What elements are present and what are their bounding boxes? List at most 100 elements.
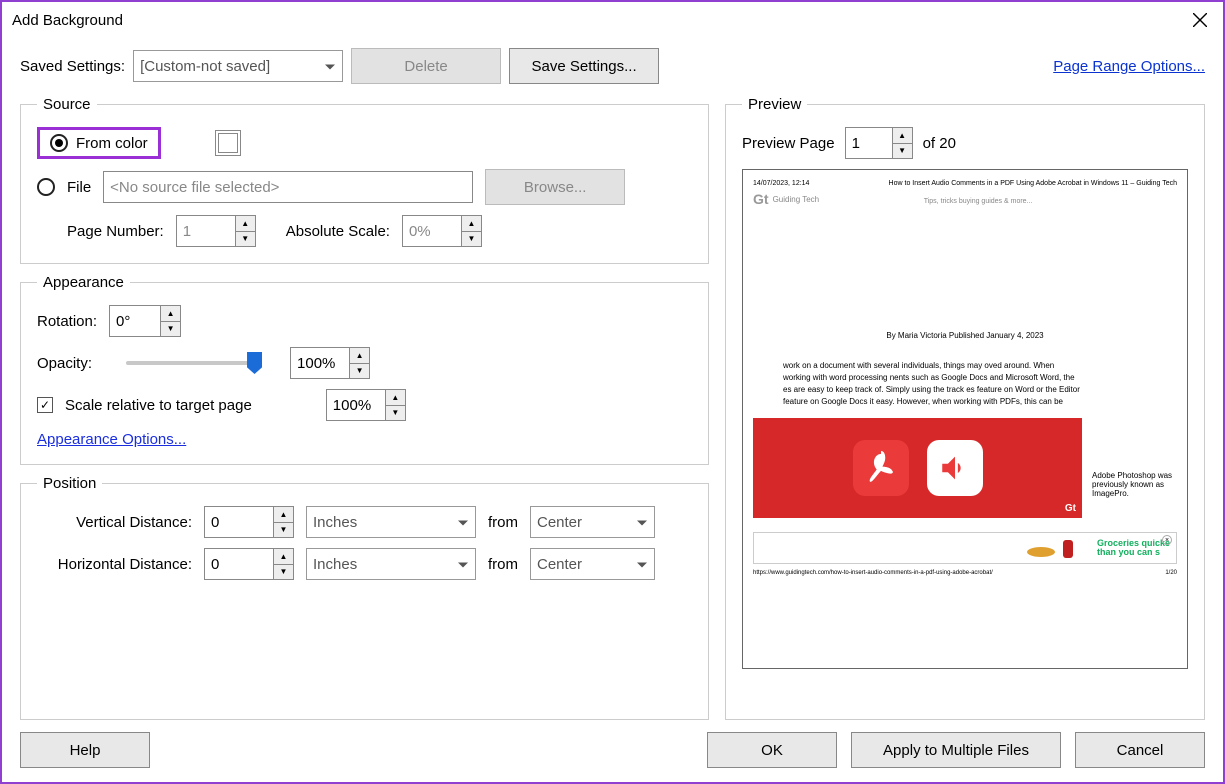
gt-watermark-icon: Gt bbox=[1065, 503, 1076, 514]
saved-settings-select[interactable]: [Custom-not saved] bbox=[133, 50, 343, 82]
absolute-scale-input bbox=[402, 215, 462, 247]
vertical-from-select[interactable]: Center bbox=[530, 506, 655, 538]
preview-canvas: 14/07/2023, 12:14 How to Insert Audio Co… bbox=[742, 169, 1188, 669]
preview-group: Preview Preview Page ▲▼ of 20 14/07/2023… bbox=[725, 96, 1205, 720]
appearance-legend: Appearance bbox=[37, 274, 130, 291]
apply-multiple-button[interactable]: Apply to Multiple Files bbox=[851, 732, 1061, 768]
page-number-spinner: ▲▼ bbox=[176, 215, 256, 247]
add-background-dialog: Add Background Saved Settings: [Custom-n… bbox=[0, 0, 1225, 784]
horizontal-distance-input[interactable] bbox=[204, 548, 274, 580]
vertical-distance-spinner[interactable]: ▲▼ bbox=[204, 506, 294, 538]
file-path-input bbox=[103, 171, 473, 203]
position-legend: Position bbox=[37, 475, 102, 492]
spin-down-icon[interactable]: ▼ bbox=[893, 144, 912, 159]
horizontal-unit-select[interactable]: Inches bbox=[306, 548, 476, 580]
logo-icon: Gt bbox=[753, 191, 769, 207]
browse-button: Browse... bbox=[485, 169, 625, 205]
from-label: from bbox=[488, 556, 518, 573]
saved-settings-label: Saved Settings: bbox=[20, 58, 125, 75]
scale-relative-checkbox[interactable]: ✓ bbox=[37, 397, 53, 413]
appearance-options-link[interactable]: Appearance Options... bbox=[37, 431, 186, 448]
preview-legend: Preview bbox=[742, 96, 807, 113]
spin-up-icon: ▲ bbox=[236, 216, 255, 232]
pv-tagline: Tips, tricks buying guides & more... bbox=[924, 198, 1033, 205]
ok-button[interactable]: OK bbox=[707, 732, 837, 768]
speaker-icon bbox=[927, 440, 983, 496]
acrobat-icon bbox=[853, 440, 909, 496]
spin-down-icon: ▼ bbox=[462, 232, 481, 247]
opacity-spinner[interactable]: ▲▼ bbox=[290, 347, 370, 379]
preview-page-input[interactable] bbox=[845, 127, 893, 159]
scale-relative-label: Scale relative to target page bbox=[65, 397, 252, 414]
spin-down-icon: ▼ bbox=[236, 232, 255, 247]
spin-up-icon[interactable]: ▲ bbox=[893, 128, 912, 144]
rotation-input[interactable] bbox=[109, 305, 161, 337]
pv-footer-page: 1/20 bbox=[1165, 570, 1177, 576]
delete-button: Delete bbox=[351, 48, 501, 84]
spin-down-icon[interactable]: ▼ bbox=[274, 523, 293, 538]
spin-down-icon[interactable]: ▼ bbox=[161, 322, 180, 337]
close-button[interactable] bbox=[1177, 4, 1223, 36]
spin-up-icon[interactable]: ▲ bbox=[161, 306, 180, 322]
save-settings-button[interactable]: Save Settings... bbox=[509, 48, 659, 84]
preview-page-spinner[interactable]: ▲▼ bbox=[845, 127, 913, 159]
spin-down-icon[interactable]: ▼ bbox=[350, 364, 369, 379]
vertical-distance-input[interactable] bbox=[204, 506, 274, 538]
page-number-input bbox=[176, 215, 236, 247]
opacity-slider[interactable] bbox=[126, 361, 256, 365]
position-group: Position Vertical Distance: ▲▼ Inches fr… bbox=[20, 475, 709, 720]
horizontal-from-select[interactable]: Center bbox=[530, 548, 655, 580]
absolute-scale-spinner: ▲▼ bbox=[402, 215, 482, 247]
from-color-highlight: From color bbox=[37, 127, 161, 159]
vertical-unit-select[interactable]: Inches bbox=[306, 506, 476, 538]
preview-of-total: of 20 bbox=[923, 135, 956, 152]
color-swatch[interactable] bbox=[215, 130, 241, 156]
horizontal-distance-spinner[interactable]: ▲▼ bbox=[204, 548, 294, 580]
pv-ad: Groceries quicke than you can s × bbox=[753, 532, 1177, 564]
spin-up-icon[interactable]: ▲ bbox=[274, 549, 293, 565]
opacity-input[interactable] bbox=[290, 347, 350, 379]
preview-page-label: Preview Page bbox=[742, 135, 835, 152]
cancel-button[interactable]: Cancel bbox=[1075, 732, 1205, 768]
source-legend: Source bbox=[37, 96, 97, 113]
ad-close-icon: × bbox=[1162, 535, 1172, 545]
rotation-label: Rotation: bbox=[37, 313, 97, 330]
opacity-label: Opacity: bbox=[37, 355, 92, 372]
pv-aside: Adobe Photoshop was previously known as … bbox=[1092, 471, 1177, 518]
scale-relative-input[interactable] bbox=[326, 389, 386, 421]
spin-up-icon[interactable]: ▲ bbox=[386, 390, 405, 406]
spin-up-icon[interactable]: ▲ bbox=[350, 348, 369, 364]
pv-paragraph: work on a document with several individu… bbox=[753, 360, 1082, 408]
scale-relative-spinner[interactable]: ▲▼ bbox=[326, 389, 406, 421]
spin-up-icon[interactable]: ▲ bbox=[274, 507, 293, 523]
file-label: File bbox=[67, 179, 91, 196]
pv-hero: Gt bbox=[753, 418, 1082, 518]
pv-footer-url: https://www.guidingtech.com/how-to-inser… bbox=[753, 570, 993, 576]
slider-thumb-icon[interactable] bbox=[247, 352, 262, 374]
appearance-group: Appearance Rotation: ▲▼ Opacity: bbox=[20, 274, 709, 465]
pv-ad-line2: than you can s bbox=[1097, 548, 1170, 557]
dialog-title: Add Background bbox=[12, 12, 123, 29]
file-radio[interactable] bbox=[37, 178, 55, 196]
page-number-label: Page Number: bbox=[67, 223, 164, 240]
pv-logo: Gt Guiding Tech bbox=[753, 191, 819, 207]
help-button[interactable]: Help bbox=[20, 732, 150, 768]
horizontal-distance-label: Horizontal Distance: bbox=[37, 556, 192, 573]
spin-up-icon: ▲ bbox=[462, 216, 481, 232]
from-label: from bbox=[488, 514, 518, 531]
spin-down-icon[interactable]: ▼ bbox=[274, 565, 293, 580]
source-group: Source From color File Browse... bbox=[20, 96, 709, 264]
close-icon bbox=[1193, 13, 1207, 27]
spin-down-icon[interactable]: ▼ bbox=[386, 406, 405, 421]
from-color-label: From color bbox=[76, 135, 148, 152]
vertical-distance-label: Vertical Distance: bbox=[37, 514, 192, 531]
pv-byline: By Maria Victoria Published January 4, 2… bbox=[753, 331, 1177, 340]
rotation-spinner[interactable]: ▲▼ bbox=[109, 305, 181, 337]
pv-hdr: How to Insert Audio Comments in a PDF Us… bbox=[889, 180, 1177, 187]
pv-date: 14/07/2023, 12:14 bbox=[753, 180, 809, 187]
absolute-scale-label: Absolute Scale: bbox=[286, 223, 390, 240]
ad-graphic-icon bbox=[1023, 536, 1093, 560]
titlebar: Add Background bbox=[2, 2, 1223, 38]
page-range-options-link[interactable]: Page Range Options... bbox=[1053, 58, 1205, 75]
from-color-radio[interactable] bbox=[50, 134, 68, 152]
